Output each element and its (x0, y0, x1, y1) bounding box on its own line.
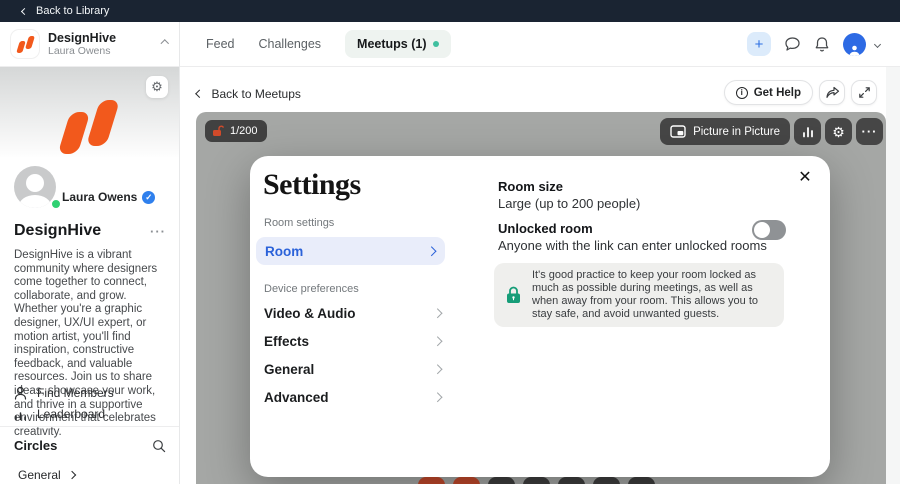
tab-feed[interactable]: Feed (206, 37, 235, 51)
settings-nav-effects[interactable]: Effects (264, 334, 440, 349)
unlocked-room-title: Unlocked room (498, 221, 593, 236)
chevron-right-icon (426, 246, 435, 255)
chevron-right-icon (432, 365, 441, 374)
call-more-button[interactable]: ··· (856, 118, 883, 145)
room-size-value: Large (up to 200 people) (498, 196, 640, 211)
tab-meetups[interactable]: Meetups (1) (345, 30, 450, 58)
account-avatar[interactable] (843, 33, 866, 56)
sidebar-item-general-circle[interactable]: General (18, 468, 75, 482)
picture-in-picture-button[interactable]: Picture in Picture (660, 118, 790, 145)
chevron-up-icon[interactable] (160, 40, 168, 48)
messages-button[interactable] (784, 36, 801, 52)
picture-in-picture-icon (670, 125, 686, 138)
create-button[interactable]: + (747, 32, 771, 56)
back-to-library-link[interactable]: Back to Library (36, 5, 109, 17)
gear-icon: ⚙ (832, 125, 845, 139)
share-arrow-icon (825, 86, 840, 99)
chevron-right-icon (432, 393, 441, 402)
community-brand-logo (62, 100, 120, 154)
occupancy-count: 1/200 (230, 125, 258, 137)
person-icon (848, 44, 861, 56)
chat-bubble-icon (784, 36, 801, 52)
sidebar-item-find-members[interactable]: Find Members (14, 386, 114, 400)
community-switcher[interactable]: DesignHive Laura Owens (0, 22, 179, 67)
member-name[interactable]: Laura Owens (62, 190, 137, 204)
live-indicator-dot (433, 41, 439, 47)
call-button-6[interactable] (593, 477, 620, 484)
call-stats-button[interactable] (794, 118, 821, 145)
call-button-3[interactable] (488, 477, 515, 484)
call-button-5[interactable] (558, 477, 585, 484)
device-preferences-label: Device preferences (264, 283, 359, 295)
call-button-2[interactable] (453, 477, 480, 484)
circles-section-title: Circles (14, 438, 57, 453)
person-icon (14, 386, 27, 400)
sidebar: DesignHive Laura Owens ⚙ Laura Owens ✓ D… (0, 22, 180, 484)
call-button-1[interactable] (418, 477, 445, 484)
room-size-title: Room size (498, 179, 563, 194)
settings-nav-room[interactable]: Room (256, 237, 445, 265)
toggle-knob (754, 222, 770, 238)
expand-arrows-icon (858, 86, 871, 99)
chevron-right-icon (432, 309, 441, 318)
right-gutter (886, 67, 900, 484)
community-settings-button[interactable]: ⚙ (146, 76, 168, 98)
chevron-right-icon (432, 337, 441, 346)
settings-nav-advanced[interactable]: Advanced (264, 390, 440, 405)
search-icon[interactable] (152, 439, 166, 453)
lock-tip-box: It's good practice to keep your room loc… (494, 263, 784, 327)
share-button[interactable] (819, 80, 845, 105)
back-chevron-icon (196, 90, 204, 98)
call-button-7[interactable] (628, 477, 655, 484)
settings-nav-general[interactable]: General (264, 362, 440, 377)
back-chevron-icon (21, 7, 28, 14)
info-icon: i (736, 87, 748, 99)
verified-badge-icon: ✓ (142, 191, 155, 204)
room-settings-label: Room settings (264, 217, 334, 229)
main-nav: Feed Challenges Meetups (1) + (180, 22, 900, 67)
gear-icon: ⚙ (151, 79, 163, 95)
close-button[interactable]: ✕ (793, 165, 817, 189)
online-status-dot (50, 198, 62, 210)
locked-padlock-icon (506, 286, 521, 304)
call-settings-button[interactable]: ⚙ (825, 118, 852, 145)
account-chevron-down-icon[interactable] (874, 40, 881, 47)
community-about-title: DesignHive (14, 222, 101, 240)
unlocked-padlock-icon (212, 125, 225, 137)
more-icon: ··· (862, 124, 878, 139)
sidebar-divider (0, 426, 179, 427)
unlocked-room-description: Anyone with the link can enter unlocked … (498, 238, 767, 253)
leaderboard-label: Leaderboard (37, 407, 105, 421)
community-owner: Laura Owens (48, 45, 116, 57)
close-icon: ✕ (798, 167, 811, 187)
chevron-right-icon (67, 471, 75, 479)
bar-chart-icon (801, 125, 815, 139)
more-options-icon[interactable]: ··· (150, 224, 166, 239)
settings-modal: ✕ Settings Room settings Room Device pre… (250, 156, 830, 477)
unlocked-room-toggle[interactable] (752, 220, 786, 240)
app-window: Back to Library DesignHive Laura Owens ⚙ (0, 0, 900, 484)
get-help-button[interactable]: i Get Help (724, 80, 813, 105)
sidebar-item-leaderboard[interactable]: Leaderboard (14, 407, 105, 421)
notifications-button[interactable] (814, 36, 830, 53)
tab-challenges[interactable]: Challenges (259, 37, 322, 51)
plus-icon: + (755, 36, 764, 53)
back-to-meetups-link[interactable]: Back to Meetups (197, 87, 301, 101)
community-logo-icon (10, 29, 40, 59)
expand-button[interactable] (851, 80, 877, 105)
top-bar: Back to Library (0, 0, 900, 22)
room-occupancy-badge: 1/200 (205, 120, 267, 142)
settings-nav-video-audio[interactable]: Video & Audio (264, 306, 440, 321)
general-circle-label: General (18, 468, 61, 482)
bell-icon (814, 36, 830, 53)
lock-tip-text: It's good practice to keep your room loc… (532, 269, 770, 321)
call-button-4[interactable] (523, 477, 550, 484)
find-members-label: Find Members (37, 386, 114, 400)
community-name: DesignHive (48, 31, 116, 45)
settings-title: Settings (263, 168, 361, 202)
bar-chart-icon (14, 408, 27, 421)
call-toolbar (418, 477, 655, 484)
